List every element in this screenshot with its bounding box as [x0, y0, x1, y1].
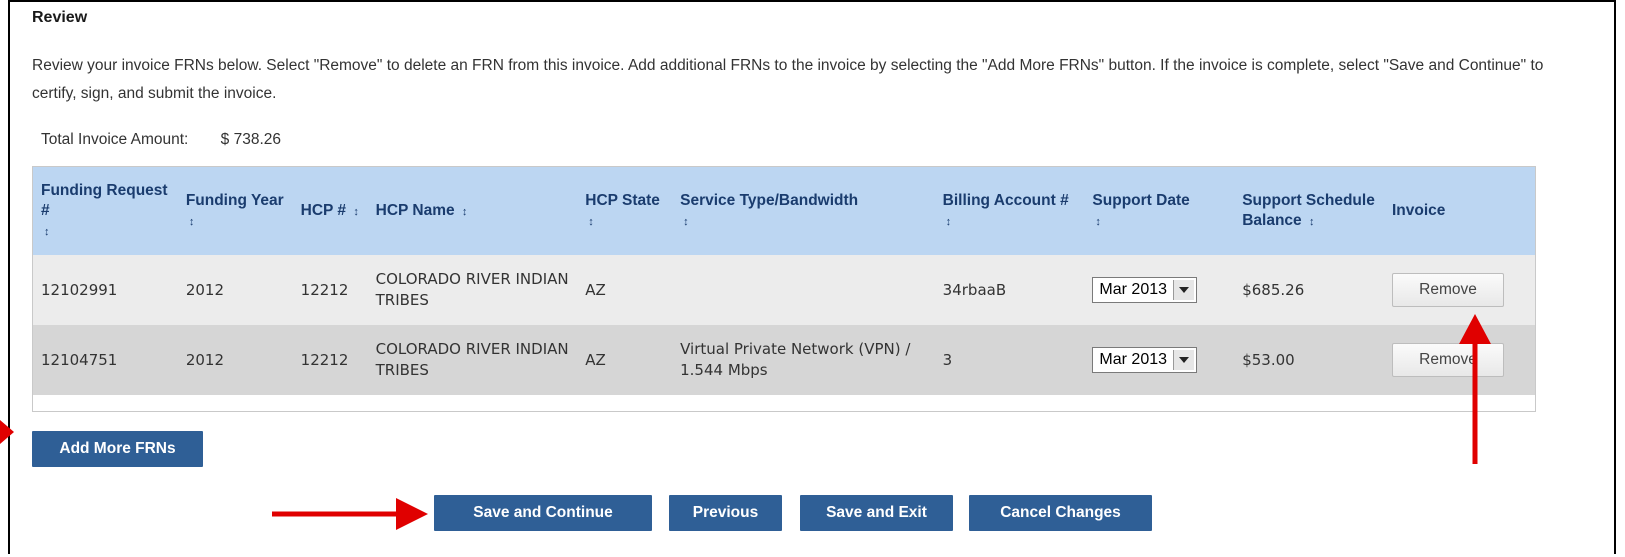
red-arrow-icon: [0, 420, 14, 444]
red-arrow-icon: [272, 498, 428, 530]
annotation-layer: [0, 314, 1491, 530]
red-arrow-icon: [1459, 314, 1491, 464]
